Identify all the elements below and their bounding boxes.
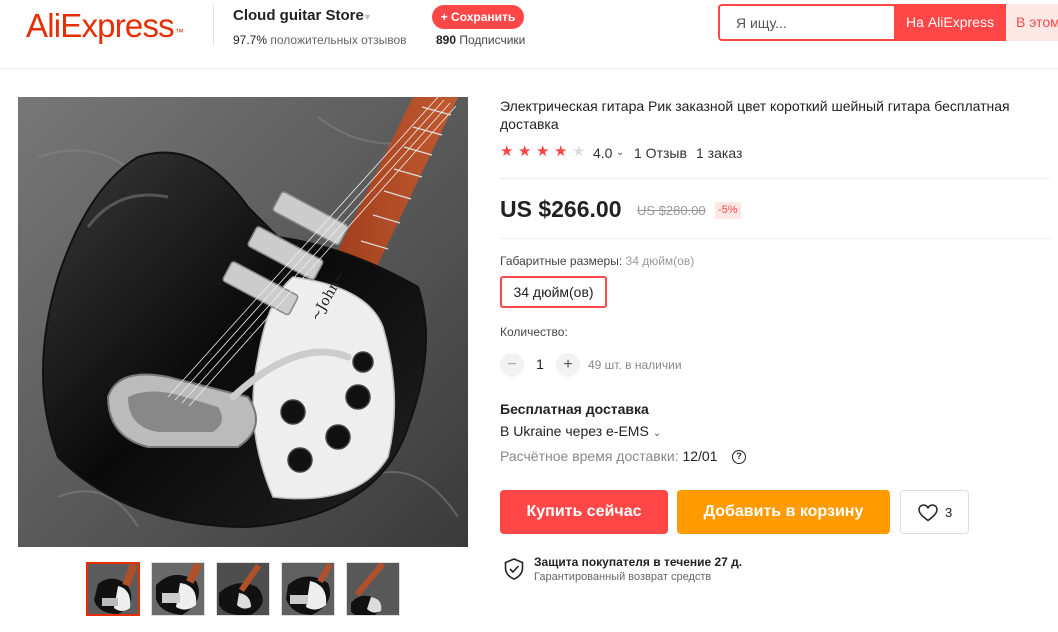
- star-icon: ★: [536, 143, 550, 160]
- thumbnail-3[interactable]: [216, 562, 270, 616]
- size-label: Габаритные размеры: 34 дюйм(ов): [500, 254, 695, 268]
- store-rating: 97.7% положительных отзывов: [233, 33, 407, 47]
- buyer-protection-title: Защита покупателя в течение 27 д.: [534, 555, 743, 569]
- size-option-34[interactable]: 34 дюйм(ов): [500, 276, 607, 308]
- thumbnail-4[interactable]: [281, 562, 335, 616]
- minus-icon[interactable]: −: [500, 353, 524, 377]
- product-title: Электрическая гитара Рик заказной цвет к…: [500, 98, 1010, 132]
- site-header: AliExpress™ Cloud guitar Store ▼ 97.7% п…: [0, 0, 1058, 69]
- add-to-cart-button[interactable]: Добавить в корзину: [677, 490, 890, 534]
- star-icon: ★: [500, 143, 514, 160]
- chevron-down-icon[interactable]: ⌄: [616, 147, 624, 158]
- buy-now-button[interactable]: Купить сейчас: [500, 490, 668, 534]
- search-aliexpress-button[interactable]: На AliExpress: [894, 4, 1006, 41]
- buyer-protection-subtitle: Гарантированный возврат средств: [534, 571, 712, 583]
- store-name-link[interactable]: Cloud guitar Store: [233, 7, 364, 24]
- search-store-button[interactable]: В этом: [1006, 4, 1058, 41]
- delivery-time: Расчётное время доставки: 12/01: [500, 448, 718, 464]
- star-icon: ★: [518, 143, 532, 160]
- search-input[interactable]: [720, 6, 894, 39]
- save-store-button[interactable]: + Сохранить: [432, 5, 524, 29]
- quantity-label: Количество:: [500, 325, 568, 339]
- wishlist-count: 3: [945, 505, 953, 520]
- subscribers-count: 890 Подписчики: [436, 33, 526, 47]
- current-price: US $266.00: [500, 196, 622, 222]
- search-bar: На AliExpress В этом: [718, 4, 1058, 41]
- chevron-down-icon[interactable]: ▼: [363, 12, 372, 22]
- header-divider: [213, 6, 214, 46]
- star-icon: ★: [554, 143, 568, 160]
- thumbnail-5[interactable]: [346, 562, 400, 616]
- thumbnail-2[interactable]: [151, 562, 205, 616]
- discount-badge: -5%: [715, 202, 741, 219]
- wishlist-button[interactable]: 3: [900, 490, 969, 534]
- quantity-value[interactable]: 1: [528, 356, 552, 372]
- aliexpress-logo[interactable]: AliExpress™: [26, 6, 184, 46]
- original-price: US $280.00: [637, 203, 706, 218]
- heart-icon: [918, 504, 938, 522]
- star-empty-icon: ★: [572, 143, 586, 160]
- help-icon[interactable]: ?: [732, 450, 746, 464]
- reviews-link[interactable]: 1 Отзыв: [634, 145, 687, 161]
- orders-count: 1 заказ: [696, 145, 743, 161]
- chevron-down-icon[interactable]: ⌄: [653, 428, 661, 439]
- divider: [500, 238, 1050, 239]
- shipping-destination[interactable]: В Ukraine через e-EMS ⌄: [500, 423, 661, 439]
- stock-info: 49 шт. в наличии: [588, 358, 682, 372]
- thumbnail-1[interactable]: [86, 562, 140, 616]
- product-main-image[interactable]: ~John~: [18, 97, 468, 547]
- rating-value[interactable]: 4.0: [593, 145, 612, 161]
- shield-check-icon: [504, 558, 524, 580]
- divider: [500, 178, 1050, 179]
- plus-icon[interactable]: +: [556, 353, 580, 377]
- shipping-title: Бесплатная доставка: [500, 401, 649, 417]
